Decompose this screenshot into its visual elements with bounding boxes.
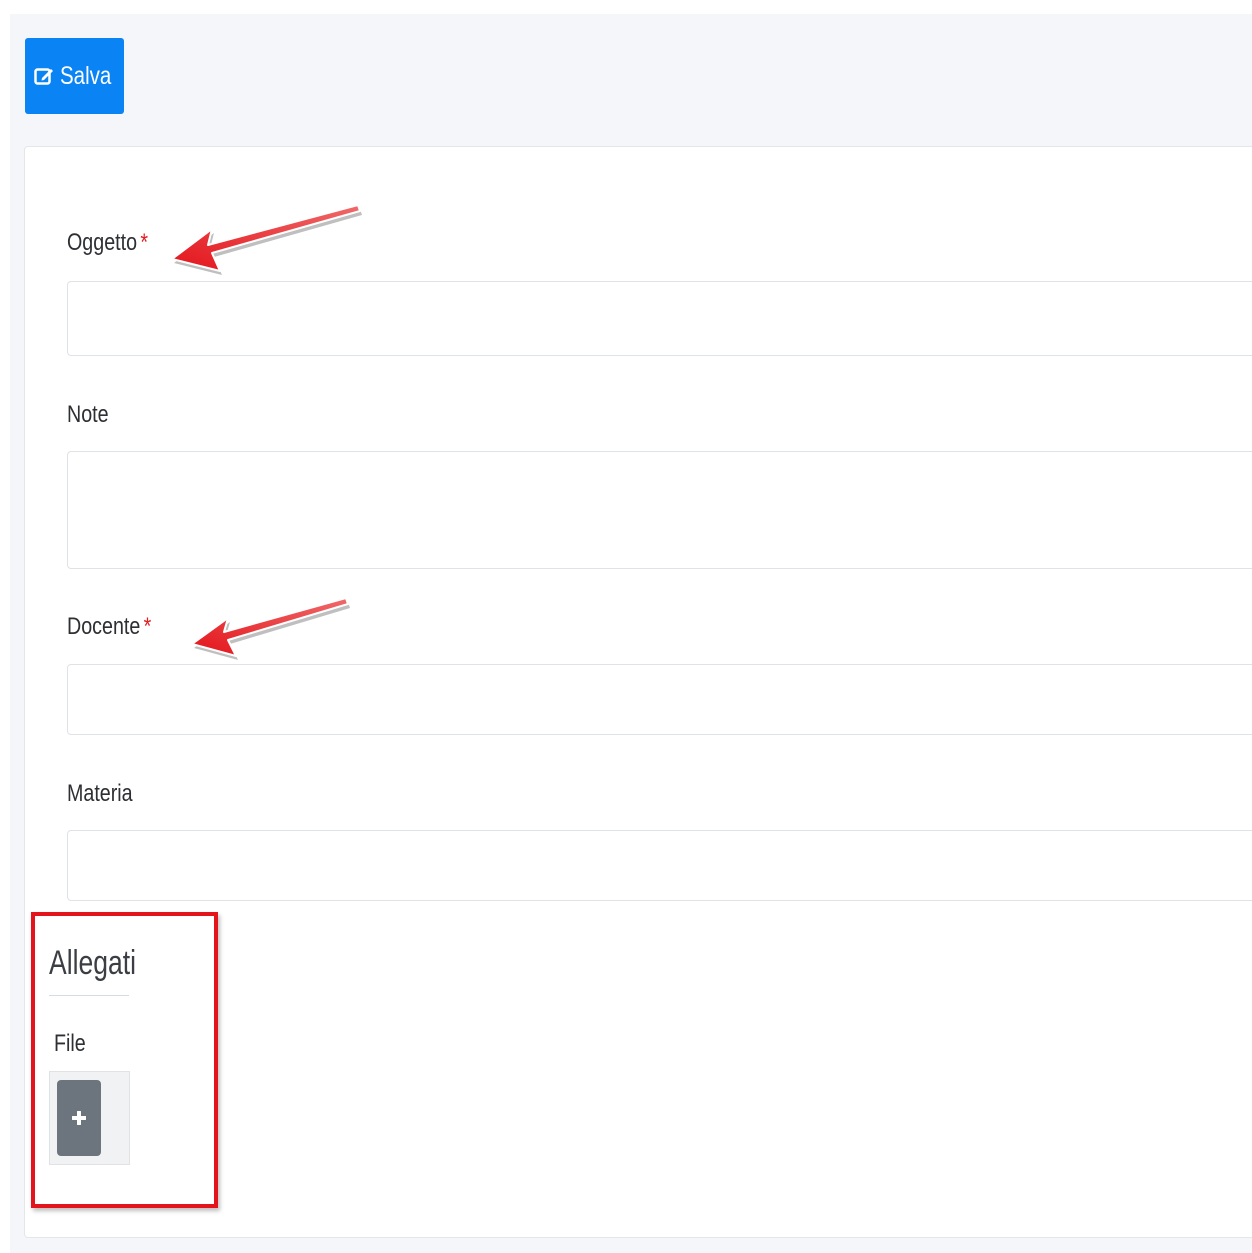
- oggetto-required-mark: *: [140, 229, 148, 256]
- docente-required-mark: *: [143, 613, 152, 640]
- save-button-label: Salva: [60, 61, 112, 90]
- annotation-highlight-box: [31, 912, 218, 1208]
- save-button[interactable]: Salva: [25, 38, 124, 114]
- materia-input[interactable]: [67, 830, 1252, 901]
- docente-label: Docente *: [67, 613, 151, 641]
- note-textarea[interactable]: [67, 451, 1252, 569]
- oggetto-input[interactable]: [67, 281, 1252, 356]
- oggetto-label: Oggetto *: [67, 229, 148, 257]
- note-label: Note: [67, 401, 109, 428]
- docente-input[interactable]: [67, 664, 1252, 735]
- docente-label-text: Docente: [67, 613, 141, 640]
- materia-label: Materia: [67, 780, 133, 807]
- edit-icon: [34, 68, 54, 85]
- oggetto-label-text: Oggetto: [67, 229, 138, 256]
